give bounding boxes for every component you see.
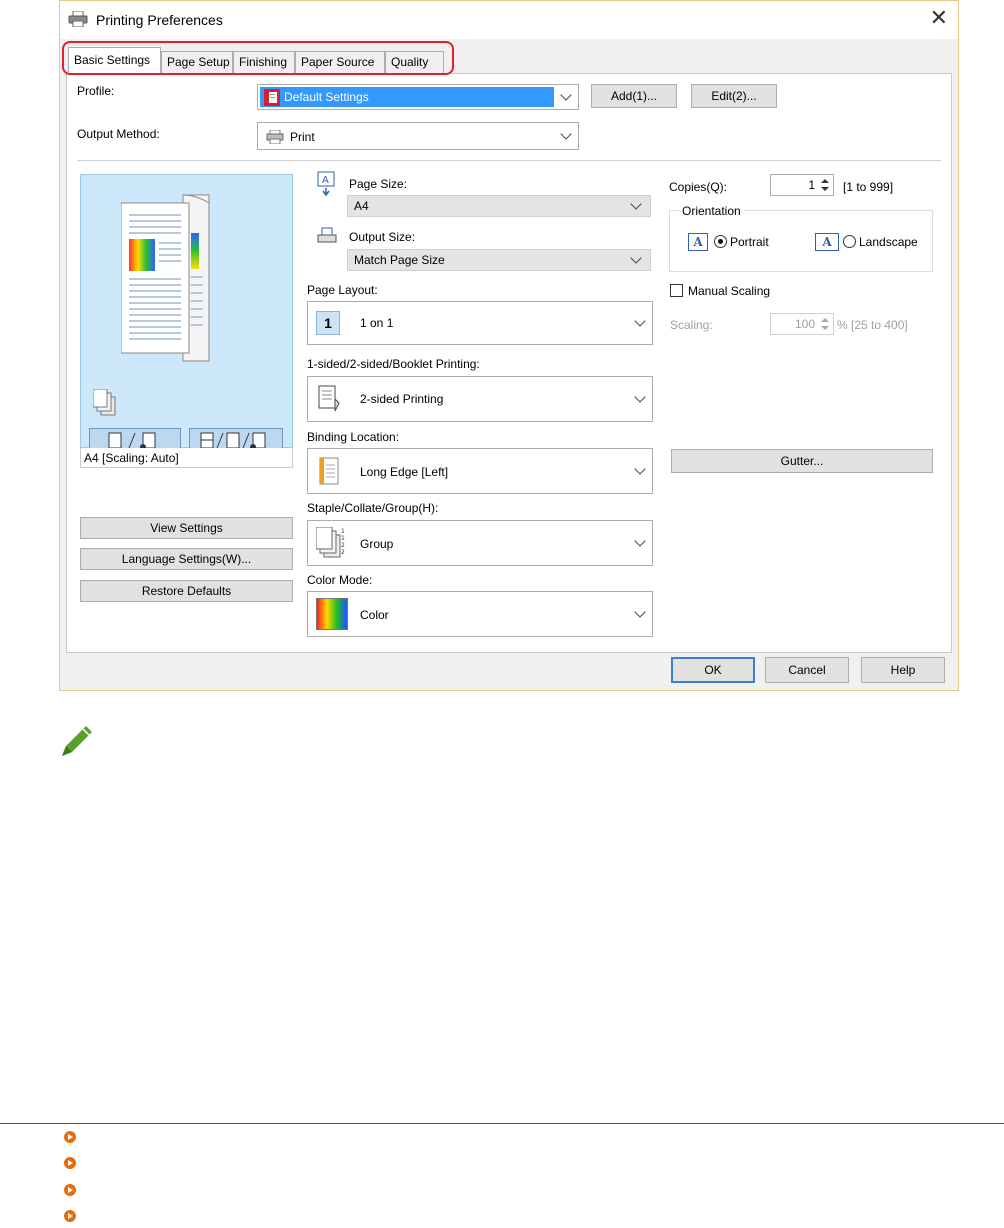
- profile-label: Profile:: [77, 84, 115, 98]
- link-bullet-icon[interactable]: [64, 1210, 76, 1222]
- spinner-arrows-icon[interactable]: [819, 177, 831, 193]
- ok-button[interactable]: OK: [671, 657, 755, 683]
- page-layout-label: Page Layout:: [307, 283, 378, 297]
- scaling-label: Scaling:: [670, 318, 713, 332]
- profile-select[interactable]: Default Settings: [257, 84, 579, 110]
- profile-icon: [264, 89, 280, 106]
- profile-edit-button[interactable]: Edit(2)...: [691, 84, 777, 108]
- chevron-down-icon: [630, 198, 642, 210]
- preview-caption: A4 [Scaling: Auto]: [84, 451, 179, 465]
- copies-range: [1 to 999]: [843, 180, 894, 194]
- page-layout-select[interactable]: 1 1 on 1: [307, 301, 653, 345]
- orientation-label: Orientation: [679, 204, 744, 218]
- staple-label: Staple/Collate/Group(H):: [307, 501, 439, 515]
- section-divider: [77, 160, 941, 161]
- page-preview-image: [121, 194, 210, 362]
- staple-select[interactable]: 1 1 2 2 Group: [307, 520, 653, 566]
- cancel-button[interactable]: Cancel: [765, 657, 849, 683]
- preview-caption-box: A4 [Scaling: Auto]: [80, 448, 293, 468]
- printer-icon: [68, 11, 88, 27]
- staple-value: Group: [360, 537, 394, 551]
- landscape-label: Landscape: [859, 235, 918, 249]
- dialog-title: Printing Preferences: [96, 12, 223, 28]
- basic-settings-page: Profile: Default Settings Add(1)... Edit…: [66, 73, 952, 653]
- group-icon-digit: 1: [341, 528, 345, 535]
- group-icon-digit: 1: [341, 535, 345, 542]
- preview-pane: [80, 174, 293, 454]
- printer-icon: [266, 130, 284, 144]
- copies-spinner[interactable]: 1: [770, 174, 834, 196]
- landscape-radio[interactable]: [843, 235, 856, 248]
- chevron-down-icon: [634, 606, 646, 618]
- copies-value: 1: [808, 178, 815, 192]
- page-layout-value: 1 on 1: [360, 316, 394, 330]
- radio-dot: [718, 239, 723, 244]
- output-size-select[interactable]: Match Page Size: [347, 249, 651, 271]
- output-size-icon: [317, 227, 337, 243]
- spinner-arrows-icon[interactable]: [819, 316, 831, 332]
- footer-divider: [0, 1123, 1004, 1124]
- sided-printing-label: 1-sided/2-sided/Booklet Printing:: [307, 357, 480, 371]
- pencil-note-icon: [62, 726, 92, 756]
- help-button[interactable]: Help: [861, 657, 945, 683]
- title-bar: Printing Preferences ✕: [60, 1, 958, 39]
- output-method-value: Print: [290, 130, 315, 144]
- chevron-down-icon: [634, 391, 646, 403]
- group-icon-digit: 2: [341, 549, 345, 556]
- printing-preferences-dialog: Printing Preferences ✕ Basic Settings Pa…: [59, 0, 959, 691]
- page-size-select[interactable]: A4: [347, 195, 651, 217]
- chevron-down-icon: [634, 535, 646, 547]
- binding-location-value: Long Edge [Left]: [360, 465, 449, 479]
- restore-defaults-button[interactable]: Restore Defaults: [80, 580, 293, 602]
- portrait-label: Portrait: [730, 235, 769, 249]
- portrait-icon: A: [688, 233, 708, 251]
- link-bullet-icon[interactable]: [64, 1157, 76, 1169]
- close-icon[interactable]: ✕: [930, 7, 948, 29]
- chevron-down-icon: [634, 315, 646, 327]
- binding-location-label: Binding Location:: [307, 430, 400, 444]
- chevron-down-icon: [560, 128, 572, 140]
- color-mode-label: Color Mode:: [307, 573, 373, 587]
- gutter-button[interactable]: Gutter...: [671, 449, 933, 473]
- output-size-label: Output Size:: [349, 230, 416, 244]
- copies-stack-icon: [93, 389, 116, 416]
- manual-scaling-label: Manual Scaling: [688, 284, 771, 298]
- page-size-value: A4: [354, 199, 369, 213]
- portrait-radio[interactable]: [714, 235, 727, 248]
- binding-edge-icon: [319, 457, 339, 485]
- color-mode-select[interactable]: Color: [307, 591, 653, 637]
- link-bullet-icon[interactable]: [64, 1184, 76, 1196]
- tab-highlight-frame: [62, 41, 454, 75]
- scaling-range: % [25 to 400]: [837, 318, 908, 332]
- color-mode-value: Color: [360, 608, 389, 622]
- link-bullet-icon[interactable]: [64, 1131, 76, 1143]
- chevron-down-icon: [560, 89, 572, 101]
- sided-printing-select[interactable]: 2-sided Printing: [307, 376, 653, 422]
- copies-label: Copies(Q):: [669, 180, 728, 194]
- language-settings-button[interactable]: Language Settings(W)...: [80, 548, 293, 570]
- profile-add-button[interactable]: Add(1)...: [591, 84, 677, 108]
- page-size-icon: A: [317, 171, 335, 197]
- scaling-value: 100: [794, 317, 815, 331]
- page-layout-icon: 1: [316, 311, 340, 335]
- binding-location-select[interactable]: Long Edge [Left]: [307, 448, 653, 494]
- color-spectrum-icon: [316, 598, 348, 630]
- group-icon-digit: 2: [341, 542, 345, 549]
- sided-printing-value: 2-sided Printing: [360, 392, 444, 406]
- view-settings-button[interactable]: View Settings: [80, 517, 293, 539]
- page-size-icon-letter: A: [322, 175, 329, 186]
- output-size-value: Match Page Size: [354, 253, 445, 267]
- two-sided-icon: [318, 385, 340, 412]
- page-size-label: Page Size:: [349, 177, 408, 191]
- chevron-down-icon: [630, 252, 642, 264]
- output-method-label: Output Method:: [77, 127, 160, 141]
- output-method-select[interactable]: Print: [257, 122, 579, 150]
- manual-scaling-checkbox[interactable]: [670, 284, 683, 297]
- group-icon: 1 1 2 2: [316, 527, 345, 558]
- landscape-icon: A: [815, 233, 839, 251]
- profile-value: Default Settings: [284, 90, 369, 104]
- chevron-down-icon: [634, 463, 646, 475]
- scaling-spinner[interactable]: 100: [770, 313, 834, 335]
